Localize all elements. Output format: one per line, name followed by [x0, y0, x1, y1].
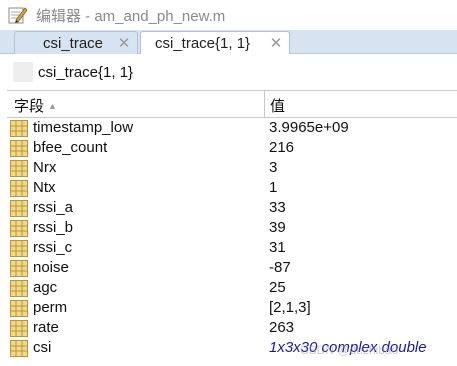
- field-name: Nrx: [33, 159, 57, 176]
- close-icon[interactable]: ✕: [267, 34, 285, 52]
- struct-field-icon: [10, 320, 28, 337]
- field-value[interactable]: 33: [269, 199, 286, 216]
- field-name: rssi_c: [33, 239, 73, 256]
- field-name: agc: [33, 279, 58, 296]
- close-icon[interactable]: ✕: [115, 34, 133, 52]
- field-value[interactable]: -87: [269, 259, 291, 276]
- struct-field-icon: [10, 160, 28, 177]
- tab-label: csi_trace: [43, 34, 104, 52]
- struct-field-icon: [10, 220, 28, 237]
- field-name: noise: [33, 259, 69, 276]
- tab-label: csi_trace{1, 1}: [155, 35, 251, 52]
- table-row[interactable]: bfee_count 216: [7, 138, 457, 158]
- field-value[interactable]: 1: [269, 179, 277, 196]
- field-value[interactable]: 31: [269, 239, 286, 256]
- table-row[interactable]: noise -87: [7, 258, 457, 278]
- table-row[interactable]: timestamp_low 3.9965e+09: [7, 118, 457, 138]
- struct-field-table: 字段 ▲ 值 timestamp_low 3.9965e+09 bfee_count…: [7, 90, 457, 366]
- table-row[interactable]: perm [2,1,3]: [7, 298, 457, 318]
- field-value[interactable]: 263: [269, 319, 294, 336]
- field-value[interactable]: 39: [269, 219, 286, 236]
- column-header-value-label: 值: [270, 98, 286, 115]
- field-name: timestamp_low: [33, 119, 134, 136]
- struct-field-icon: [10, 120, 28, 137]
- field-value[interactable]: 3: [269, 159, 277, 176]
- table-row[interactable]: Ntx 1: [7, 178, 457, 198]
- struct-field-icon: [10, 140, 28, 157]
- tab-csi-trace-1-1[interactable]: csi_trace{1, 1} ✕: [140, 31, 290, 55]
- field-name: rssi_b: [33, 219, 74, 236]
- sort-ascending-icon: ▲: [48, 100, 57, 111]
- column-header-field-label: 字段: [14, 98, 45, 115]
- table-row[interactable]: Nrx 3: [7, 158, 457, 178]
- field-value[interactable]: 25: [269, 279, 286, 296]
- table-body: timestamp_low 3.9965e+09 bfee_count 216 Nrx 3…: [7, 118, 457, 358]
- struct-field-icon: [10, 300, 28, 317]
- field-value[interactable]: 3.9965e+09: [269, 119, 349, 136]
- struct-field-icon: [10, 280, 28, 297]
- struct-field-icon: [10, 340, 28, 357]
- field-name: perm: [33, 299, 68, 316]
- window-title: 编辑器 - am_and_ph_new.m: [36, 7, 226, 25]
- field-name: rssi_a: [33, 199, 74, 216]
- table-row[interactable]: rate 263: [7, 318, 457, 338]
- variable-path: csi_trace{1, 1}: [38, 63, 134, 81]
- field-value[interactable]: 216: [269, 139, 294, 156]
- table-row[interactable]: rssi_a 33: [7, 198, 457, 218]
- table-row[interactable]: rssi_b 39: [7, 218, 457, 238]
- field-name: rate: [33, 319, 59, 336]
- tab-csi-trace[interactable]: csi_trace ✕: [14, 31, 138, 54]
- field-value[interactable]: [2,1,3]: [269, 299, 311, 316]
- table-row[interactable]: rssi_c 31: [7, 238, 457, 258]
- field-name: csi: [33, 339, 52, 356]
- column-header-value[interactable]: 值: [270, 95, 285, 116]
- table-row[interactable]: csi 1x3x30 complex double: [7, 338, 457, 358]
- field-name: Ntx: [33, 179, 56, 196]
- grid-corner[interactable]: [13, 62, 33, 82]
- column-divider[interactable]: [264, 91, 265, 118]
- struct-field-icon: [10, 240, 28, 257]
- pencil-edit-icon: [8, 7, 28, 24]
- window-titlebar: 编辑器 - am_and_ph_new.m: [0, 0, 457, 30]
- struct-field-icon: [10, 200, 28, 217]
- column-header-field[interactable]: 字段 ▲: [14, 95, 57, 116]
- struct-field-icon: [10, 180, 28, 197]
- field-name: bfee_count: [33, 139, 108, 156]
- table-row[interactable]: agc 25: [7, 278, 457, 298]
- tab-strip: csi_trace ✕ csi_trace{1, 1} ✕: [0, 30, 457, 55]
- variable-path-bar: csi_trace{1, 1}: [0, 54, 457, 90]
- struct-field-icon: [10, 260, 28, 277]
- field-value[interactable]: 1x3x30 complex double: [269, 339, 427, 356]
- table-header: 字段 ▲ 值: [7, 91, 457, 118]
